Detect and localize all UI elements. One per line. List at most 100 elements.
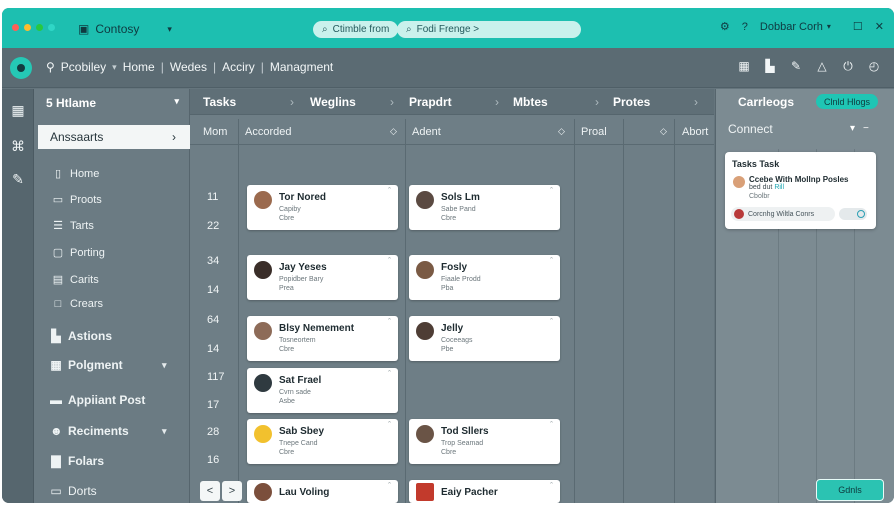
top-right-controls: ⚙ ? Dobbar Corh ▾ ☐ ✕ [720,20,884,34]
tab-prapdrt[interactable]: Prapdrt [409,95,452,109]
more-icon[interactable]: ˆ [550,420,553,430]
breadcrumb-item-2[interactable]: Wedes [170,60,207,74]
tab-mbtes[interactable]: Mbtes [513,95,548,109]
schedule-card[interactable]: Fosly Fiaale Prodd Pba ˆ [409,255,560,300]
task-assignee-label: Corcnhg Wiltla Conrs [748,210,815,218]
schedule-card[interactable]: Sab Sbey Tnepe Cand Cbre ˆ [247,419,398,464]
more-icon[interactable]: ˆ [388,481,391,491]
calendar-icon[interactable]: ▦ [736,58,752,74]
power-icon[interactable]: ⏻ [840,58,856,74]
search-pill-primary-label: Ctimble from [332,24,390,35]
sidebar-item-crears[interactable]: □ Crears [52,298,103,310]
card-detail: Sabe Pand [441,206,476,213]
card-detail: Pbe [441,346,454,353]
task-assignee-pill[interactable]: Corcnhg Wiltla Conrs [731,207,835,221]
breadcrumb-item-1[interactable]: Home [123,60,155,74]
warning-icon[interactable]: △ [814,58,830,74]
card-name: Sols Lm [441,192,480,203]
more-icon[interactable]: ˆ [550,256,553,266]
schedule-card[interactable]: Jay Yeses Popidber Bary Prea ˆ [247,255,398,300]
help-icon[interactable]: ? [742,21,748,33]
maximize-window-button[interactable] [36,24,43,31]
more-icon[interactable]: ˆ [388,186,391,196]
restore-window-icon[interactable]: ☐ [853,20,863,33]
card-name: Sat Frael [279,375,322,386]
panel-action-button[interactable]: Clnld Hlogs [816,94,878,109]
sort-icon[interactable]: ◇ [660,126,667,137]
next-page-button[interactable]: > [222,481,242,501]
column-header-accorded[interactable]: Accorded [245,126,291,138]
more-icon[interactable]: ˆ [388,317,391,327]
pencil-icon[interactable]: ✎ [10,171,26,187]
puzzle-icon[interactable]: ⌘ [10,138,26,154]
sort-icon[interactable]: ◇ [558,126,565,137]
card-detail: Tnepe Cand [279,440,318,447]
sidebar-section-polgment[interactable]: ▦ Polgment ▾ [50,358,166,372]
schedule-card[interactable]: Tor Nored Capiby Cbre ˆ [247,185,398,230]
schedule-card[interactable]: Jelly Coceeags Pbe ˆ [409,316,560,361]
sidebar-item-proots[interactable]: ▭ Proots [52,193,102,207]
schedule-card[interactable]: Sat Frael Cvrn sade Asbe ˆ [247,368,398,413]
previous-page-button[interactable]: < [200,481,220,501]
tab-tasks[interactable]: Tasks [203,95,236,109]
more-icon[interactable]: ˆ [388,256,391,266]
search-input[interactable]: ⌕ Fodi Frenge > [397,21,581,38]
app-window: ▣ Contosy ▾ ⌕ Ctimble from ⌕ Fodi Frenge… [2,8,894,503]
schedule-card[interactable]: Sols Lm Sabe Pand Cbre ˆ [409,185,560,230]
pencil-icon[interactable]: ✎ [788,58,804,74]
column-header-abort[interactable]: Abort [682,126,708,138]
sidebar-section-dorts[interactable]: ▭ Dorts [50,484,96,498]
close-window-button[interactable] [12,24,19,31]
sidebar-section-appiiant-post[interactable]: ▬ Appiiant Post [50,393,145,407]
sort-icon[interactable]: ◇ [390,126,397,137]
sidebar-section-folars[interactable]: ▇ Folars [50,454,104,468]
search-pill-primary[interactable]: ⌕ Ctimble from [313,21,399,38]
minus-icon[interactable]: − [863,123,869,134]
sidebar-item-carits[interactable]: ▤ Carits [52,273,99,287]
right-panel: Carrleogs Clnld Hlogs Connect ▾ − Tasks … [715,89,894,503]
sidebar-item-tarts[interactable]: ☰ Tarts [52,219,94,233]
panel-footer-button[interactable]: Gdnls [816,479,884,501]
sidebar-header[interactable]: 5 Htlame ▾ [46,96,179,110]
chevron-down-icon[interactable]: ▾ [850,123,855,134]
panel-subheader: Connect [728,122,773,136]
grid-icon[interactable]: ▦ [10,102,26,118]
column-header-mom[interactable]: Mom [203,126,227,138]
schedule-card[interactable]: Eaiy Pacher ˆ [409,480,560,503]
schedule-card[interactable]: Tod Sllers Trop Seamad Cbre ˆ [409,419,560,464]
extra-window-button[interactable] [48,24,55,31]
search-input-value: Fodi Frenge > [416,24,480,35]
sidebar-item-active[interactable]: Anssaarts › [38,125,190,149]
document-icon[interactable]: ▙ [762,58,778,74]
breadcrumb-item-0[interactable]: Pcobiley [61,60,106,74]
sidebar-item-home[interactable]: ▯ Home [52,167,99,181]
more-icon[interactable]: ˆ [550,186,553,196]
more-icon[interactable]: ˆ [550,317,553,327]
card-detail: Capiby [279,206,301,213]
task-toggle[interactable] [839,208,867,220]
close-icon[interactable]: ✕ [875,20,884,33]
sidebar-item-porting[interactable]: ▢ Porting [52,246,105,260]
clock-icon[interactable]: ◴ [866,58,882,74]
sidebar-item-label: Crears [70,298,104,310]
brand-logo-icon[interactable] [10,57,32,79]
more-icon[interactable]: ˆ [388,369,391,379]
more-icon[interactable]: ˆ [550,481,553,491]
column-header-proal[interactable]: Proal [581,126,607,138]
settings-icon[interactable]: ⚙ [720,20,730,33]
app-switcher[interactable]: ▣ Contosy ▾ [78,22,172,36]
minimize-window-button[interactable] [24,24,31,31]
tab-weglins[interactable]: Weglins [310,95,356,109]
more-icon[interactable]: ˆ [388,420,391,430]
sidebar-section-reciments[interactable]: ☻ Reciments ▾ [50,424,167,438]
task-link[interactable]: Rill [774,184,784,191]
schedule-card[interactable]: Lau Voling ˆ [247,480,398,503]
user-menu[interactable]: Dobbar Corh [760,21,823,33]
column-header-adent[interactable]: Adent [412,126,441,138]
breadcrumb-item-3[interactable]: Acciry [222,60,255,74]
sidebar-section-astions[interactable]: ▙ Astions [50,329,112,343]
breadcrumb-item-4[interactable]: Managment [270,60,333,74]
task-card[interactable]: Tasks Task Ccebe With Mollnp Posles bed … [725,152,876,229]
tab-protes[interactable]: Protes [613,95,650,109]
schedule-card[interactable]: Blsy Nemement Tosneortem Cbre ˆ [247,316,398,361]
